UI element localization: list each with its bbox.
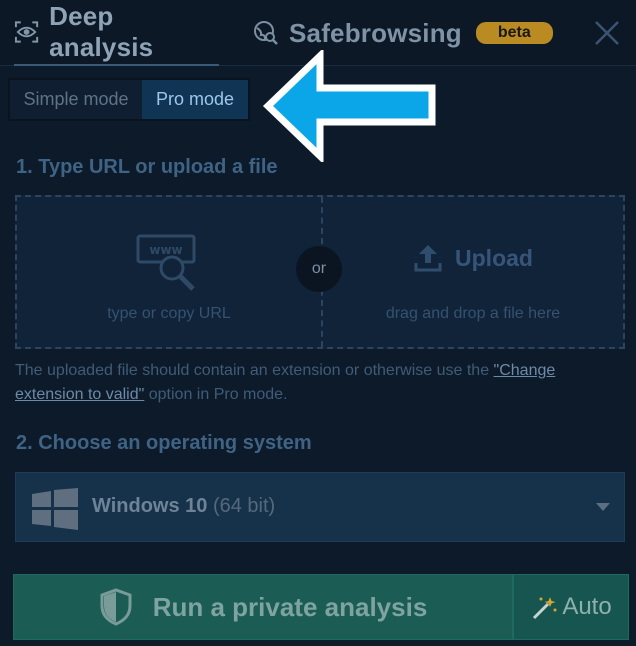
os-select[interactable]: Windows 10 (64 bit) [15,472,625,542]
globe-search-icon [254,21,278,45]
note-text-end: option in Pro mode. [144,386,288,403]
close-icon[interactable] [592,18,622,48]
url-pane[interactable]: www type or copy URL [17,197,321,347]
auto-button[interactable]: Auto [513,574,629,640]
shield-icon [100,588,132,626]
beta-badge: beta [475,22,553,44]
www-search-icon: www [136,234,196,291]
file-drop-pane[interactable]: Upload drag and drop a file here [323,197,623,347]
magic-wand-icon [533,597,557,620]
pro-mode-button[interactable]: Pro mode [142,80,248,119]
tab-deep-analysis[interactable]: Deep analysis [14,0,219,66]
pointer-arrow-icon [262,50,436,162]
or-separator: or [296,246,342,292]
eye-scan-icon [14,21,39,43]
upload-caption: drag and drop a file here [385,305,561,322]
auto-label: Auto [562,593,612,620]
run-label: Run a private analysis [152,591,428,622]
url-caption: type or copy URL [107,305,231,322]
upload-icon [414,245,442,272]
upload-label: Upload [455,244,533,271]
run-private-analysis-button[interactable]: Run a private analysis [13,574,513,640]
step1-title: 1. Type URL or upload a file [16,156,278,178]
os-selected-value: Windows 10 (64 bit) [92,495,275,518]
upload-note: The uploaded file should contain an exte… [15,359,615,407]
tab-safebrowsing-label: Safebrowsing [289,17,462,48]
analysis-panel: Deep analysis Safebrowsing beta Simple m… [0,0,636,646]
mode-toggle: Simple mode Pro mode [8,78,250,121]
upload-row: Upload [323,243,623,273]
note-text-start: The uploaded file should contain an exte… [15,362,494,379]
os-name: Windows 10 [92,495,208,517]
os-arch: (64 bit) [212,495,276,517]
svg-text:www: www [149,243,182,257]
step2-title: 2. Choose an operating system [16,432,312,454]
simple-mode-button[interactable]: Simple mode [10,80,142,119]
chevron-down-icon [596,503,610,511]
tab-deep-analysis-label: Deep analysis [49,1,154,62]
windows-icon [32,488,78,530]
